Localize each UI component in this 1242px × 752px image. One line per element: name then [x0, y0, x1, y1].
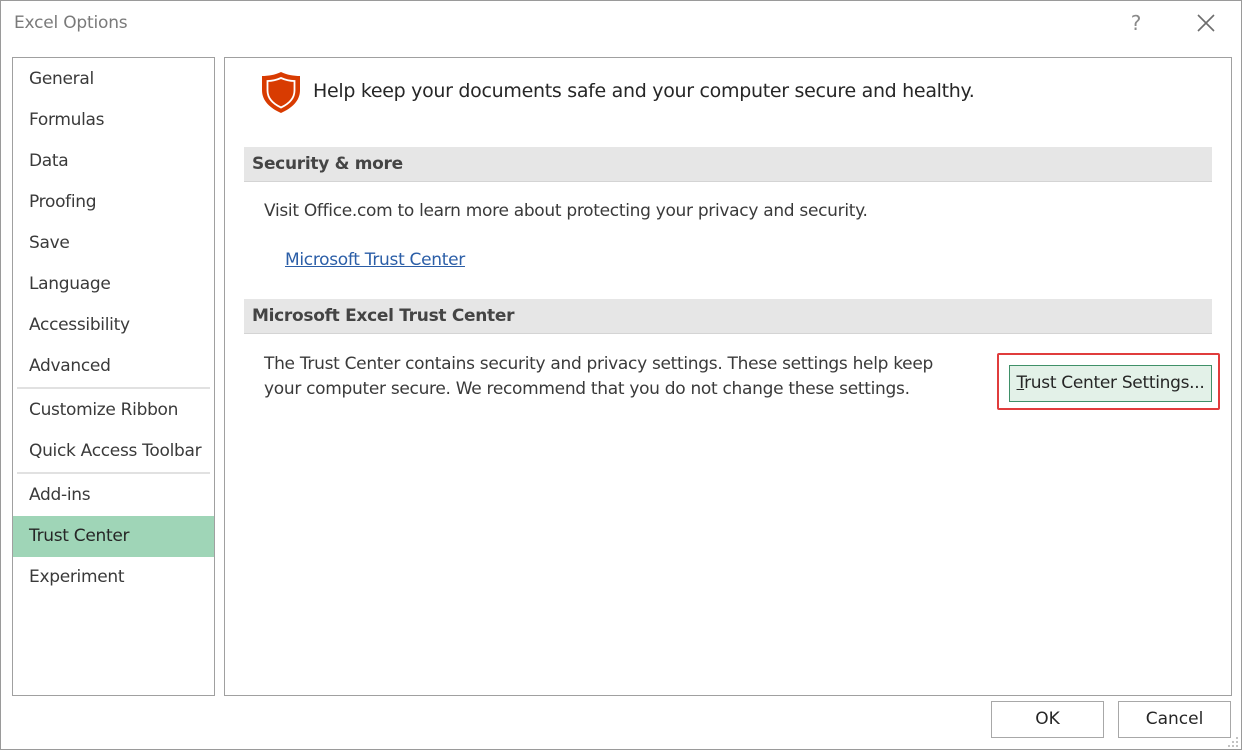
sidebar-item-advanced[interactable]: Advanced — [13, 346, 214, 387]
sidebar-item-customize-ribbon[interactable]: Customize Ribbon — [13, 390, 214, 431]
trust-center-settings-accelerator: T — [1016, 373, 1025, 393]
trust-center-settings-label: rust Center Settings... — [1024, 373, 1205, 393]
trust-center-settings-button[interactable]: Trust Center Settings... — [1009, 365, 1212, 402]
section-header-excel-trust-center: Microsoft Excel Trust Center — [244, 299, 1212, 334]
shield-icon — [260, 70, 302, 118]
close-icon[interactable] — [1188, 7, 1224, 39]
sidebar-item-save[interactable]: Save — [13, 223, 214, 264]
sidebar-item-quick-access-toolbar[interactable]: Quick Access Toolbar — [13, 431, 214, 472]
sidebar-divider — [17, 387, 210, 389]
sidebar-divider — [17, 472, 210, 474]
excel-options-dialog: Excel Options ? General Formulas Data Pr… — [0, 0, 1242, 750]
resize-grip-icon[interactable] — [1225, 733, 1239, 747]
sidebar-item-general[interactable]: General — [13, 59, 214, 100]
microsoft-trust-center-link[interactable]: Microsoft Trust Center — [285, 250, 465, 270]
section-header-security: Security & more — [244, 147, 1212, 182]
sidebar-item-accessibility[interactable]: Accessibility — [13, 305, 214, 346]
cancel-button[interactable]: Cancel — [1118, 701, 1231, 738]
sidebar-item-formulas[interactable]: Formulas — [13, 100, 214, 141]
sidebar-item-language[interactable]: Language — [13, 264, 214, 305]
window-title: Excel Options — [14, 13, 128, 33]
options-sidebar: General Formulas Data Proofing Save Lang… — [12, 57, 215, 696]
sidebar-item-proofing[interactable]: Proofing — [13, 182, 214, 223]
security-description: Visit Office.com to learn more about pro… — [264, 201, 868, 221]
intro-text: Help keep your documents safe and your c… — [313, 80, 975, 102]
trust-center-description: The Trust Center contains security and p… — [264, 354, 933, 399]
sidebar-item-add-ins[interactable]: Add-ins — [13, 475, 214, 516]
help-icon[interactable]: ? — [1121, 7, 1151, 39]
sidebar-item-experiment[interactable]: Experiment — [13, 557, 214, 598]
sidebar-item-data[interactable]: Data — [13, 141, 214, 182]
sidebar-item-trust-center[interactable]: Trust Center — [13, 516, 214, 557]
ok-button[interactable]: OK — [991, 701, 1104, 738]
